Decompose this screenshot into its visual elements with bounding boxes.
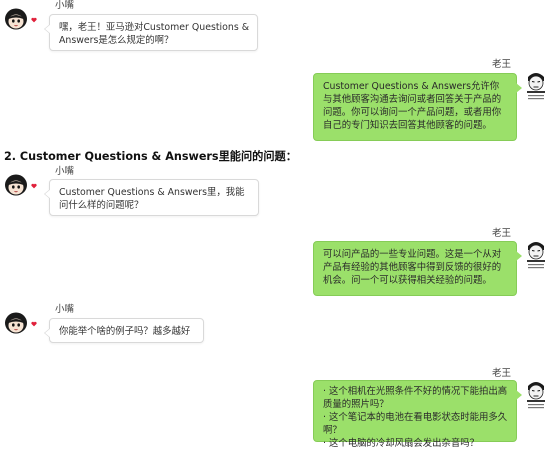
cartoon-girl-avatar-icon [5,174,27,196]
cartoon-man-avatar-icon [524,68,548,104]
bullet-line-2: · 这个笔记本的电池在看电影状态时能用多久啊？ [323,412,508,436]
speaker-name: 老王 [492,59,512,70]
bullet-line-3: · 这个电脑的冷却风扇会发出杂音吗？ [323,438,479,449]
heart-icon [31,321,37,327]
chat-bubble-text: 嘿，老王！亚马逊对Customer Questions & Answers是怎么… [44,14,258,51]
chat-bubble-text: Customer Questions & Answers里，我能问什么样的问题呢… [44,179,259,216]
cartoon-man-avatar-icon [524,377,548,413]
heart-icon [31,183,37,189]
speaker-name: 老王 [492,368,512,379]
speaker-name: 小嘴 [55,304,75,315]
cartoon-girl-avatar-icon [5,312,27,334]
speaker-name: 小嘴 [55,0,75,11]
section-heading: 2. Customer Questions & Answers里能问的问题： [4,150,297,163]
cartoon-girl-avatar-icon [5,8,27,30]
heart-icon [31,17,37,23]
chat-bubble-text: Customer Questions & Answers允许你与其他顾客沟通去询… [313,73,522,141]
chat-bubble-text: 可以问产品的一些专业问题。这是一个从对产品有经验的其他顾客中得到反馈的很好的机会… [313,241,522,296]
cartoon-man-avatar-icon [524,237,548,273]
chat-bubble: · 这个相机在光照条件不好的情况下能拍出高质量的照片吗？ · 这个笔记本的电池在… [313,380,522,449]
speaker-name: 老王 [492,228,512,239]
bullet-line-1: · 这个相机在光照条件不好的情况下能拍出高质量的照片吗？ [323,386,508,410]
chat-bubble-text: 你能举个啥的例子吗？越多越好 [44,318,204,343]
speaker-name: 小嘴 [55,166,75,177]
